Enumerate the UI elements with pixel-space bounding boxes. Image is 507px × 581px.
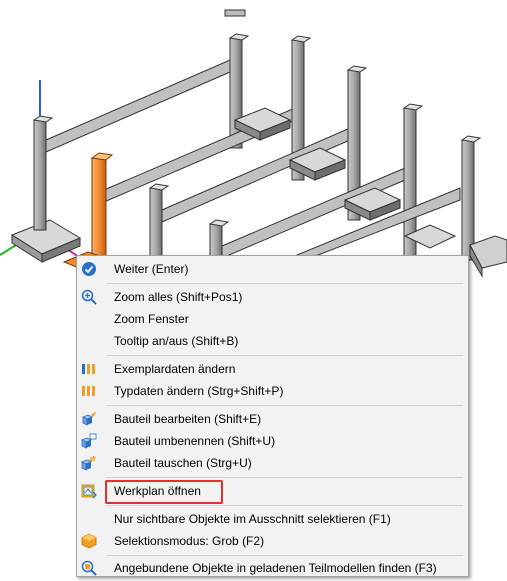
find-linked-icon (81, 560, 97, 576)
menu-item-angebundene-objekte[interactable]: Angebundene Objekte in geladenen Teilmod… (77, 557, 468, 579)
selection-mode-icon (81, 533, 97, 549)
menu-item-nur-sichtbare-objekte[interactable]: Nur sichtbare Objekte im Ausschnitt sele… (77, 508, 468, 530)
menu-item-label: Werkplan öffnen (114, 484, 201, 498)
edit-component-icon (82, 412, 96, 426)
menu-item-zoom-fenster[interactable]: Zoom Fenster (77, 308, 468, 330)
menu-item-zoom-alles[interactable]: Zoom alles (Shift+Pos1) (77, 286, 468, 308)
frame-2 (103, 35, 312, 203)
menu-separator (107, 405, 463, 406)
menu-item-label: Tooltip an/aus (Shift+B) (114, 334, 239, 348)
menu-separator (107, 555, 463, 556)
check-circle-icon (82, 262, 96, 276)
menu-item-label: Angebundene Objekte in geladenen Teilmod… (114, 561, 437, 575)
menu-item-bauteil-bearbeiten[interactable]: Bauteil bearbeiten (Shift+E) (77, 408, 468, 430)
menu-item-tooltip[interactable]: Tooltip an/aus (Shift+B) (77, 330, 468, 352)
context-menu: Weiter (Enter) Zoom alles (Shift+Pos1) Z… (76, 255, 469, 577)
menu-item-label: Bauteil umbenennen (Shift+U) (114, 434, 276, 448)
menu-item-label: Zoom alles (Shift+Pos1) (114, 290, 243, 304)
open-plan-icon (81, 484, 97, 499)
zoom-all-icon (81, 289, 97, 305)
menu-item-label: Bauteil tauschen (Strg+U) (114, 456, 252, 470)
menu-item-label: Typdaten ändern (Strg+Shift+P) (114, 384, 284, 398)
swap-component-icon (81, 455, 97, 471)
menu-item-selektionsmodus[interactable]: Selektionsmodus: Grob (F2) (77, 530, 468, 552)
menu-separator (107, 355, 463, 356)
menu-separator (107, 477, 463, 478)
menu-separator (107, 283, 463, 284)
menu-item-exemplardaten[interactable]: Exemplardaten ändern (77, 358, 468, 380)
menu-item-label: Weiter (Enter) (114, 262, 189, 276)
menu-item-label: Zoom Fenster (114, 312, 189, 326)
rename-component-icon (81, 433, 97, 449)
menu-item-label: Selektionsmodus: Grob (F2) (114, 534, 265, 548)
menu-item-werkplan-oeffnen[interactable]: Werkplan öffnen (77, 480, 468, 504)
menu-item-typdaten[interactable]: Typdaten ändern (Strg+Shift+P) (77, 380, 468, 402)
menu-item-bauteil-umbenennen[interactable]: Bauteil umbenennen (Shift+U) (77, 430, 468, 452)
type-data-icon (82, 386, 95, 396)
menu-item-bauteil-tauschen[interactable]: Bauteil tauschen (Strg+U) (77, 452, 468, 474)
menu-separator (107, 505, 463, 506)
instance-data-icon (82, 364, 95, 374)
menu-item-label: Exemplardaten ändern (114, 362, 236, 376)
menu-item-label: Nur sichtbare Objekte im Ausschnitt sele… (114, 512, 391, 526)
menu-item-label: Bauteil bearbeiten (Shift+E) (114, 412, 262, 426)
menu-item-weiter[interactable]: Weiter (Enter) (77, 258, 468, 280)
